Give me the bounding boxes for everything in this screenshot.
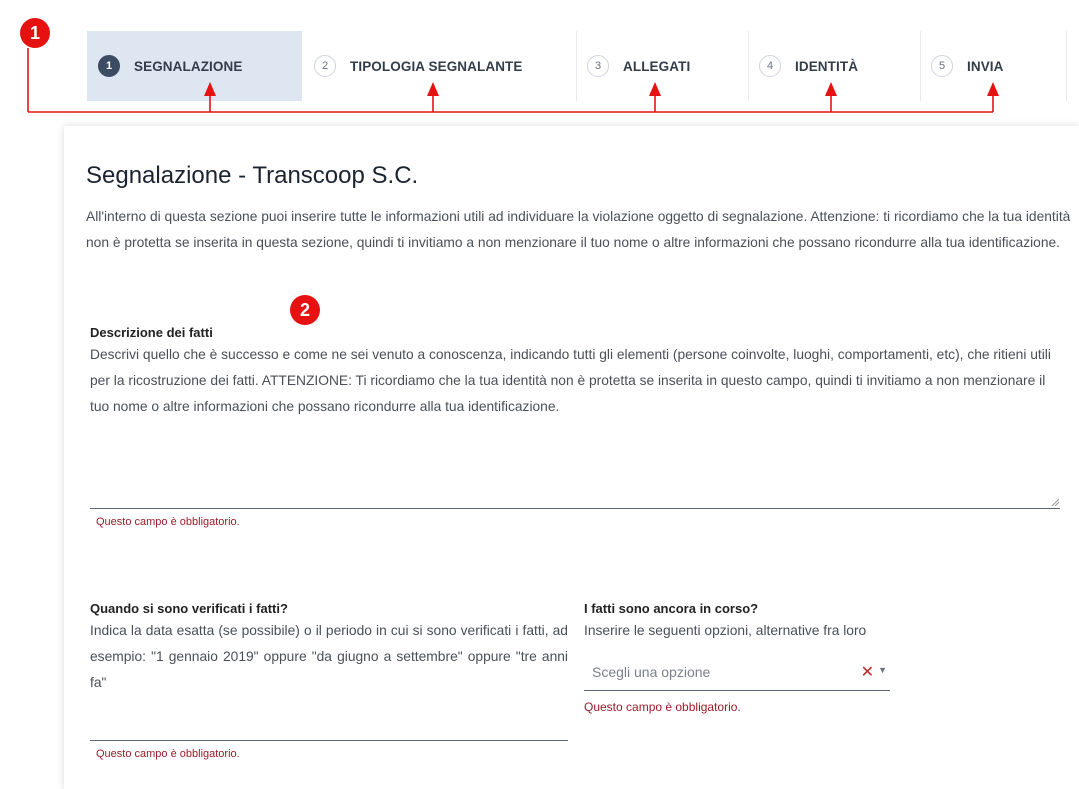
clear-icon[interactable]: ✕: [861, 662, 874, 682]
page-title: Segnalazione - Transcoop S.C.: [86, 162, 419, 189]
in-corso-help: Inserire le seguenti opzioni, alternativ…: [584, 623, 867, 638]
descrizione-textarea[interactable]: [90, 436, 1060, 509]
descrizione-label: Descrizione dei fatti: [90, 325, 213, 340]
in-corso-error: Questo campo è obbligatorio.: [584, 700, 741, 714]
descrizione-help: Descrivi quello che è successo e come ne…: [90, 347, 1051, 414]
quando-help: Indica la data esatta (se possibile) o i…: [90, 623, 568, 690]
select-placeholder: Scegli una opzione: [592, 664, 711, 680]
callout-badge-2: 2: [290, 295, 320, 325]
quando-input[interactable]: [90, 722, 568, 741]
descrizione-error: Questo campo è obbligatorio.: [96, 516, 240, 528]
callout-arrows: [27, 48, 999, 113]
resize-handle-icon[interactable]: [1051, 498, 1059, 506]
in-corso-select[interactable]: Scegli una opzione ✕ ▼: [584, 656, 890, 691]
in-corso-label: I fatti sono ancora in corso?: [584, 601, 759, 616]
form-card: Segnalazione - Transcoop S.C. All'intern…: [64, 126, 1079, 789]
intro-text: All'interno di questa sezione puoi inser…: [86, 209, 1071, 250]
quando-error: Questo campo è obbligatorio.: [96, 748, 240, 760]
quando-label: Quando si sono verificati i fatti?: [90, 601, 288, 616]
chevron-down-icon[interactable]: ▼: [878, 665, 887, 675]
